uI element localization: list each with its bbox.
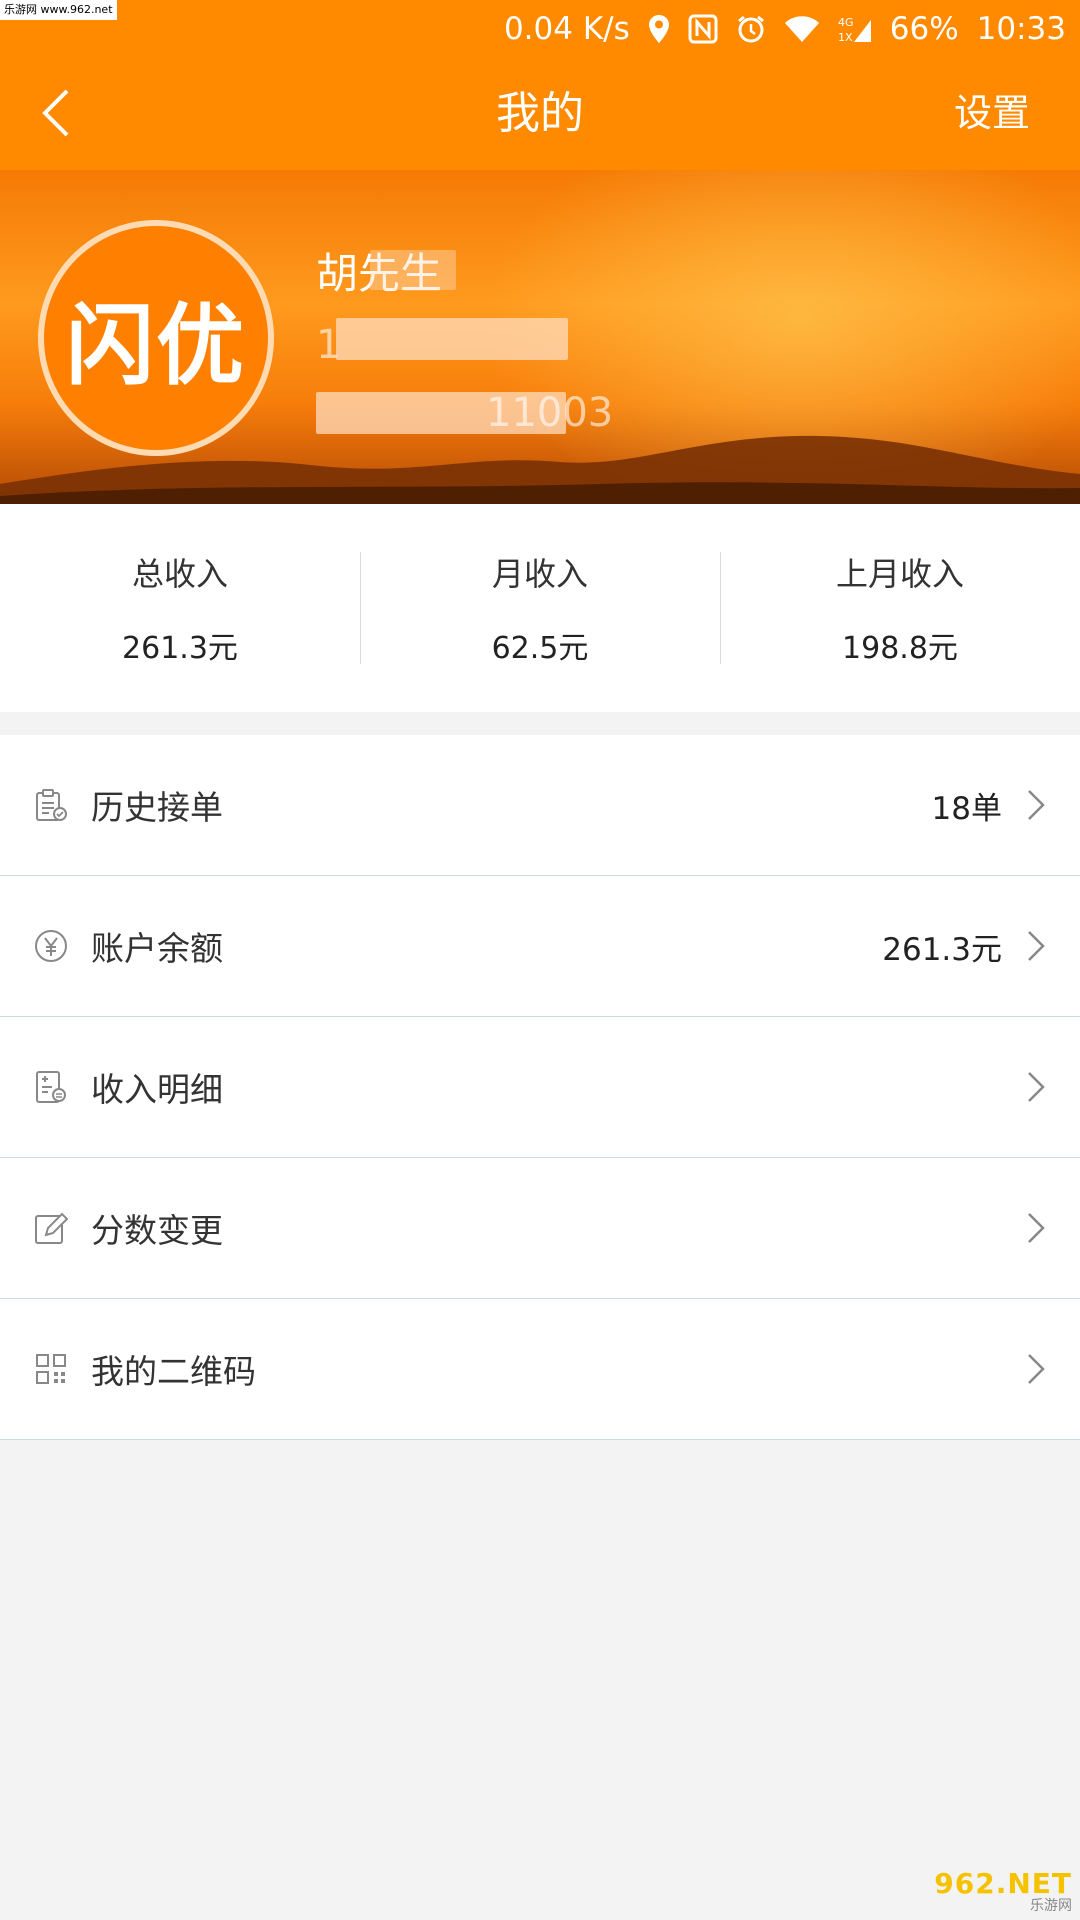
menu-item-label: 分数变更 (91, 1211, 223, 1250)
chevron-right-icon (1022, 787, 1050, 823)
menu-item-my-qrcode[interactable]: 我的二维码 (0, 1299, 1080, 1440)
svg-text:1X: 1X (838, 31, 853, 44)
profile-banner: 闪优 胡先生 1 11003 (0, 170, 1080, 504)
stat-value: 62.5元 (491, 631, 589, 666)
chevron-right-icon (1022, 928, 1050, 964)
stat-value: 261.3元 (122, 631, 238, 666)
name-redaction (370, 250, 456, 290)
menu-item-value: 261.3元 (882, 931, 1002, 968)
menu-item-score-changes[interactable]: 分数变更 (0, 1158, 1080, 1299)
location-icon (648, 14, 670, 44)
menu-item-value: 18单 (931, 790, 1002, 827)
menu-item-label: 账户余额 (91, 929, 223, 968)
nav-bar: 我的 设置 (0, 57, 1080, 170)
qrcode-icon (33, 1351, 69, 1387)
chevron-right-icon (1022, 1210, 1050, 1246)
watermark-top: 乐游网 www.962.net (0, 0, 117, 20)
menu-list: 历史接单 18单 账户余额 261.3元 收入明细 分数变更 我的二维码 (0, 735, 1080, 1440)
income-stats: 总收入 261.3元 月收入 62.5元 上月收入 198.8元 (0, 504, 1080, 712)
stat-total-income: 总收入 261.3元 (0, 504, 360, 712)
avatar-logo-text: 闪优 (65, 293, 246, 397)
phone-redaction (336, 318, 568, 360)
menu-item-income-details[interactable]: 收入明细 (0, 1017, 1080, 1158)
menu-item-order-history[interactable]: 历史接单 18单 (0, 735, 1080, 876)
wifi-icon (784, 15, 820, 43)
clipboard-icon (33, 787, 69, 823)
chevron-right-icon (1022, 1351, 1050, 1387)
stat-value: 198.8元 (842, 631, 958, 666)
menu-item-label: 历史接单 (91, 788, 223, 827)
edit-icon (33, 1210, 69, 1246)
svg-text:4G: 4G (838, 16, 854, 29)
chevron-right-icon (1022, 1069, 1050, 1105)
stat-monthly-income: 月收入 62.5元 (360, 504, 720, 712)
menu-item-account-balance[interactable]: 账户余额 261.3元 (0, 876, 1080, 1017)
stat-label: 总收入 (131, 555, 228, 593)
watermark-logo: 962.NET (934, 1867, 1072, 1900)
watermark-bottom: 962.NET 乐游网 (934, 1870, 1072, 1915)
status-bar: 0.04 K/s 4G 1X 66% 10:33 (0, 0, 1080, 57)
watermark-sub: 乐游网 (1030, 1898, 1072, 1914)
alarm-icon (736, 14, 766, 44)
avatar[interactable]: 闪优 (38, 220, 274, 456)
user-id: 11003 (486, 390, 614, 436)
yuan-icon (33, 928, 69, 964)
nfc-icon (688, 14, 718, 44)
clock: 10:33 (976, 10, 1066, 47)
stat-last-month-income: 上月收入 198.8元 (720, 504, 1080, 712)
receipt-icon (33, 1069, 69, 1105)
page-title: 我的 (496, 88, 584, 139)
signal-4g-icon: 4G 1X (838, 14, 872, 44)
menu-item-label: 收入明细 (91, 1070, 223, 1109)
battery-level: 66% (889, 10, 959, 47)
menu-item-label: 我的二维码 (91, 1352, 256, 1391)
settings-button[interactable]: 设置 (954, 57, 1030, 170)
network-speed: 0.04 K/s (503, 10, 630, 47)
stat-label: 月收入 (491, 555, 588, 593)
stat-label: 上月收入 (835, 555, 964, 593)
